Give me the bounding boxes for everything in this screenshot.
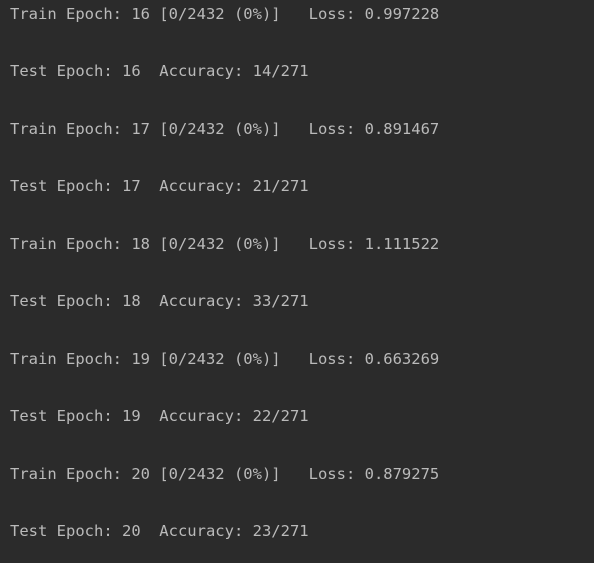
train-log-line: Train Epoch: 19 [0/2432 (0%)] Loss: 0.66… xyxy=(10,350,440,368)
console-output: Train Epoch: 16 [0/2432 (0%)] Loss: 0.99… xyxy=(0,0,594,563)
test-log-line: Test Epoch: 20 Accuracy: 23/271 xyxy=(10,522,309,540)
train-log-line: Train Epoch: 20 [0/2432 (0%)] Loss: 0.87… xyxy=(10,465,440,483)
train-log-line: Train Epoch: 18 [0/2432 (0%)] Loss: 1.11… xyxy=(10,235,440,253)
test-log-line: Test Epoch: 19 Accuracy: 22/271 xyxy=(10,407,309,425)
train-log-line: Train Epoch: 16 [0/2432 (0%)] Loss: 0.99… xyxy=(10,5,440,23)
test-log-line: Test Epoch: 18 Accuracy: 33/271 xyxy=(10,292,309,310)
test-log-line: Test Epoch: 16 Accuracy: 14/271 xyxy=(10,62,309,80)
train-log-line: Train Epoch: 17 [0/2432 (0%)] Loss: 0.89… xyxy=(10,120,440,138)
test-log-line: Test Epoch: 17 Accuracy: 21/271 xyxy=(10,177,309,195)
